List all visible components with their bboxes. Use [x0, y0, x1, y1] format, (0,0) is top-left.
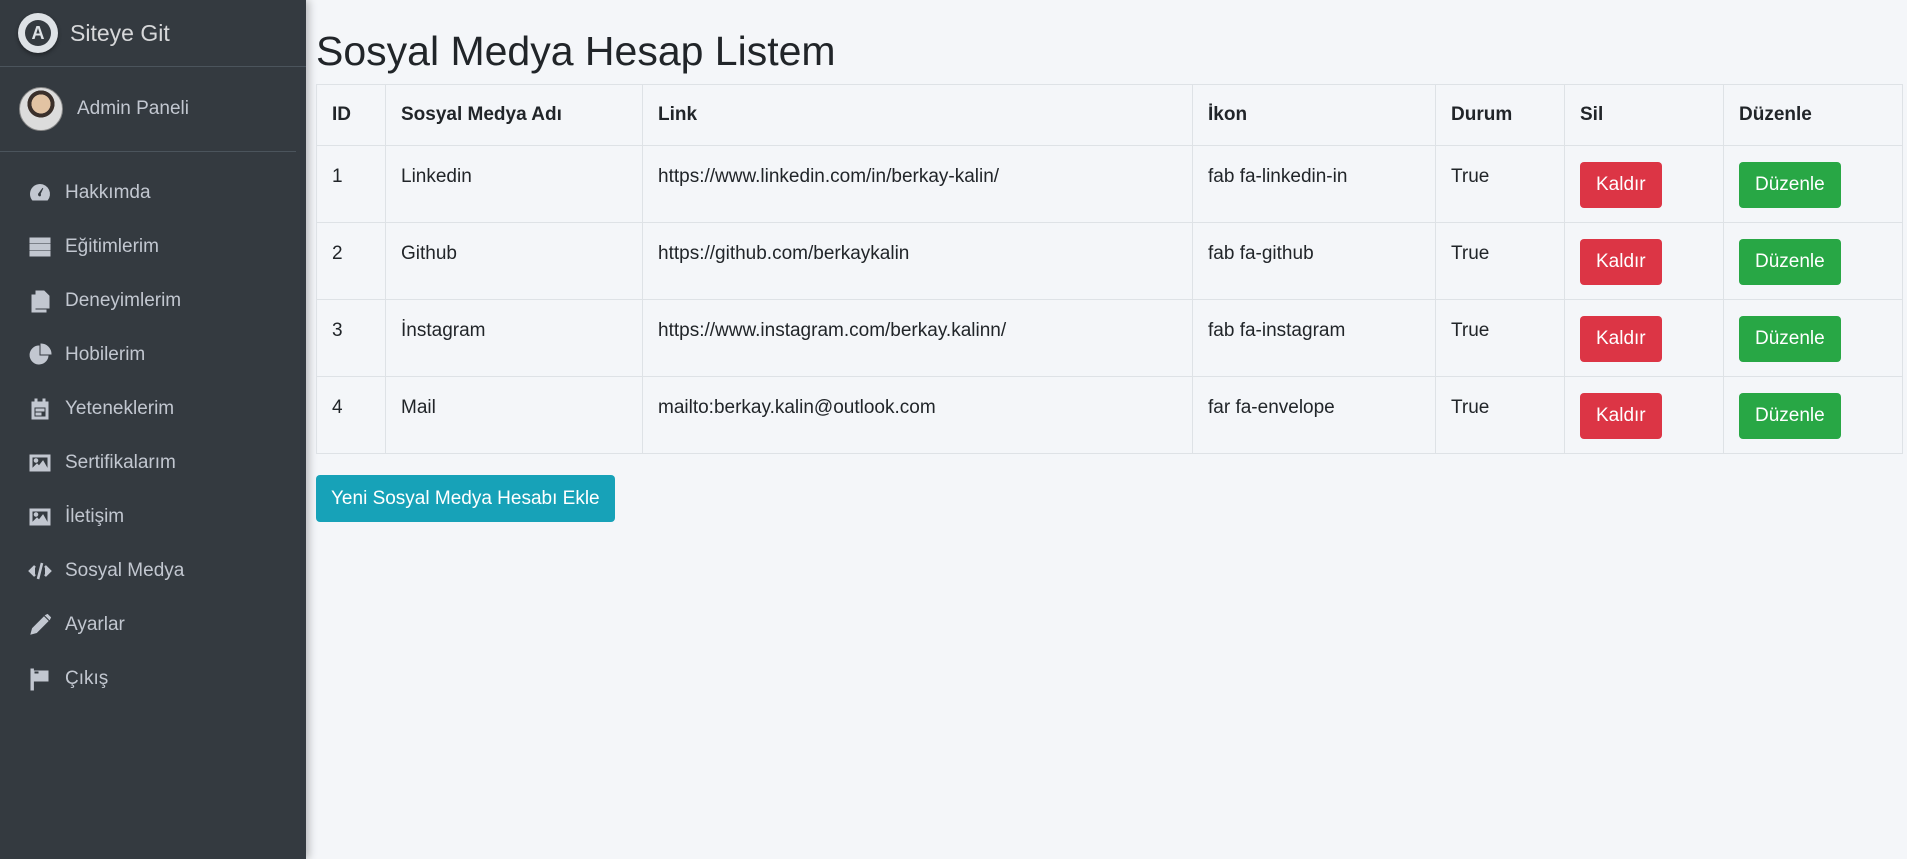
code-icon: [27, 559, 53, 583]
delete-button[interactable]: Kaldır: [1580, 393, 1662, 439]
user-panel[interactable]: Admin Paneli: [0, 67, 296, 152]
cell-status: True: [1435, 299, 1565, 377]
pencil-icon: [27, 613, 53, 637]
cell-name: Github: [385, 222, 643, 300]
edit-button[interactable]: Düzenle: [1739, 393, 1841, 439]
sidebar-item-label: Hobilerim: [65, 344, 146, 365]
page-title: Sosyal Medya Hesap Listem: [316, 28, 836, 74]
table-row: 4 Mail mailto:berkay.kalin@outlook.com f…: [316, 376, 1903, 454]
sidebar-item-sertifikalarim[interactable]: Sertifikalarım: [0, 436, 306, 490]
sidebar-item-hakkimda[interactable]: Hakkımda: [0, 166, 306, 220]
sidebar-item-label: İletişim: [65, 506, 125, 527]
column-header-link: Link: [642, 84, 1193, 146]
cell-delete: Kaldır: [1564, 376, 1724, 454]
cell-id: 4: [316, 376, 386, 454]
cell-status: True: [1435, 145, 1565, 223]
cell-delete: Kaldır: [1564, 145, 1724, 223]
column-header-name: Sosyal Medya Adı: [385, 84, 643, 146]
image-icon: [27, 451, 53, 475]
main-content: Sosyal Medya Hesap Listem ID Sosyal Medy…: [316, 0, 1907, 522]
cell-link: https://www.linkedin.com/in/berkay-kalin…: [642, 145, 1193, 223]
add-social-media-button[interactable]: Yeni Sosyal Medya Hesabı Ekle: [316, 475, 615, 522]
cell-icon: far fa-envelope: [1192, 376, 1436, 454]
column-header-status: Durum: [1435, 84, 1565, 146]
grid-icon: [27, 235, 53, 259]
delete-button[interactable]: Kaldır: [1580, 316, 1662, 362]
image-icon: [27, 505, 53, 529]
sidebar-item-label: Hakkımda: [65, 182, 151, 203]
cell-link: https://github.com/berkaykalin: [642, 222, 1193, 300]
edit-button[interactable]: Düzenle: [1739, 316, 1841, 362]
table-row: 2 Github https://github.com/berkaykalin …: [316, 222, 1903, 300]
delete-button[interactable]: Kaldır: [1580, 239, 1662, 285]
cell-edit: Düzenle: [1723, 299, 1903, 377]
sidebar-item-label: Çıkış: [65, 668, 109, 689]
sidebar-nav: Hakkımda Eğitimlerim Deneyimlerim Hobile…: [0, 152, 306, 706]
sidebar-item-label: Yeteneklerim: [65, 398, 175, 419]
sidebar: A Siteye Git Admin Paneli Hakkımda Eğiti…: [0, 0, 306, 859]
table-row: 3 İnstagram https://www.instagram.com/be…: [316, 299, 1903, 377]
user-name: Admin Paneli: [77, 98, 189, 119]
tachometer-icon: [27, 181, 53, 205]
sidebar-item-sosyal-medya[interactable]: Sosyal Medya: [0, 544, 306, 598]
cell-icon: fab fa-instagram: [1192, 299, 1436, 377]
sidebar-item-hobilerim[interactable]: Hobilerim: [0, 328, 306, 382]
sidebar-item-label: Deneyimlerim: [65, 290, 182, 311]
sidebar-item-yeteneklerim[interactable]: Yeteneklerim: [0, 382, 306, 436]
sidebar-item-iletisim[interactable]: İletişim: [0, 490, 306, 544]
column-header-edit: Düzenle: [1723, 84, 1903, 146]
edit-button[interactable]: Düzenle: [1739, 162, 1841, 208]
cell-delete: Kaldır: [1564, 222, 1724, 300]
table-row: 1 Linkedin https://www.linkedin.com/in/b…: [316, 145, 1903, 223]
avatar: [19, 87, 63, 131]
cell-name: Linkedin: [385, 145, 643, 223]
cell-id: 2: [316, 222, 386, 300]
sidebar-item-label: Sertifikalarım: [65, 452, 176, 473]
pie-chart-icon: [27, 343, 53, 367]
column-header-delete: Sil: [1564, 84, 1724, 146]
brand-title: Siteye Git: [70, 19, 170, 46]
cell-status: True: [1435, 376, 1565, 454]
column-header-id: ID: [316, 84, 386, 146]
cell-link: https://www.instagram.com/berkay.kalinn/: [642, 299, 1193, 377]
cell-id: 1: [316, 145, 386, 223]
sidebar-item-label: Ayarlar: [65, 614, 125, 635]
sidebar-item-ayarlar[interactable]: Ayarlar: [0, 598, 306, 652]
table-header-row: ID Sosyal Medya Adı Link İkon Durum Sil …: [316, 84, 1903, 146]
sidebar-item-label: Eğitimlerim: [65, 236, 159, 257]
edit-button[interactable]: Düzenle: [1739, 239, 1841, 285]
cell-icon: fab fa-linkedin-in: [1192, 145, 1436, 223]
cell-edit: Düzenle: [1723, 222, 1903, 300]
sidebar-item-cikis[interactable]: Çıkış: [0, 652, 306, 706]
cell-link: mailto:berkay.kalin@outlook.com: [642, 376, 1193, 454]
cell-edit: Düzenle: [1723, 376, 1903, 454]
sidebar-item-egitimlerim[interactable]: Eğitimlerim: [0, 220, 306, 274]
brand-logo: A: [18, 13, 58, 53]
delete-button[interactable]: Kaldır: [1580, 162, 1662, 208]
column-header-icon: İkon: [1192, 84, 1436, 146]
cell-icon: fab fa-github: [1192, 222, 1436, 300]
social-media-table: ID Sosyal Medya Adı Link İkon Durum Sil …: [316, 84, 1903, 454]
cell-id: 3: [316, 299, 386, 377]
cell-status: True: [1435, 222, 1565, 300]
sidebar-item-deneyimlerim[interactable]: Deneyimlerim: [0, 274, 306, 328]
cell-delete: Kaldır: [1564, 299, 1724, 377]
calendar-icon: [27, 397, 53, 421]
cell-edit: Düzenle: [1723, 145, 1903, 223]
copy-icon: [27, 289, 53, 313]
cell-name: Mail: [385, 376, 643, 454]
cell-name: İnstagram: [385, 299, 643, 377]
brand-link[interactable]: A Siteye Git: [0, 0, 306, 67]
flag-icon: [27, 667, 53, 691]
sidebar-item-label: Sosyal Medya: [65, 560, 185, 581]
